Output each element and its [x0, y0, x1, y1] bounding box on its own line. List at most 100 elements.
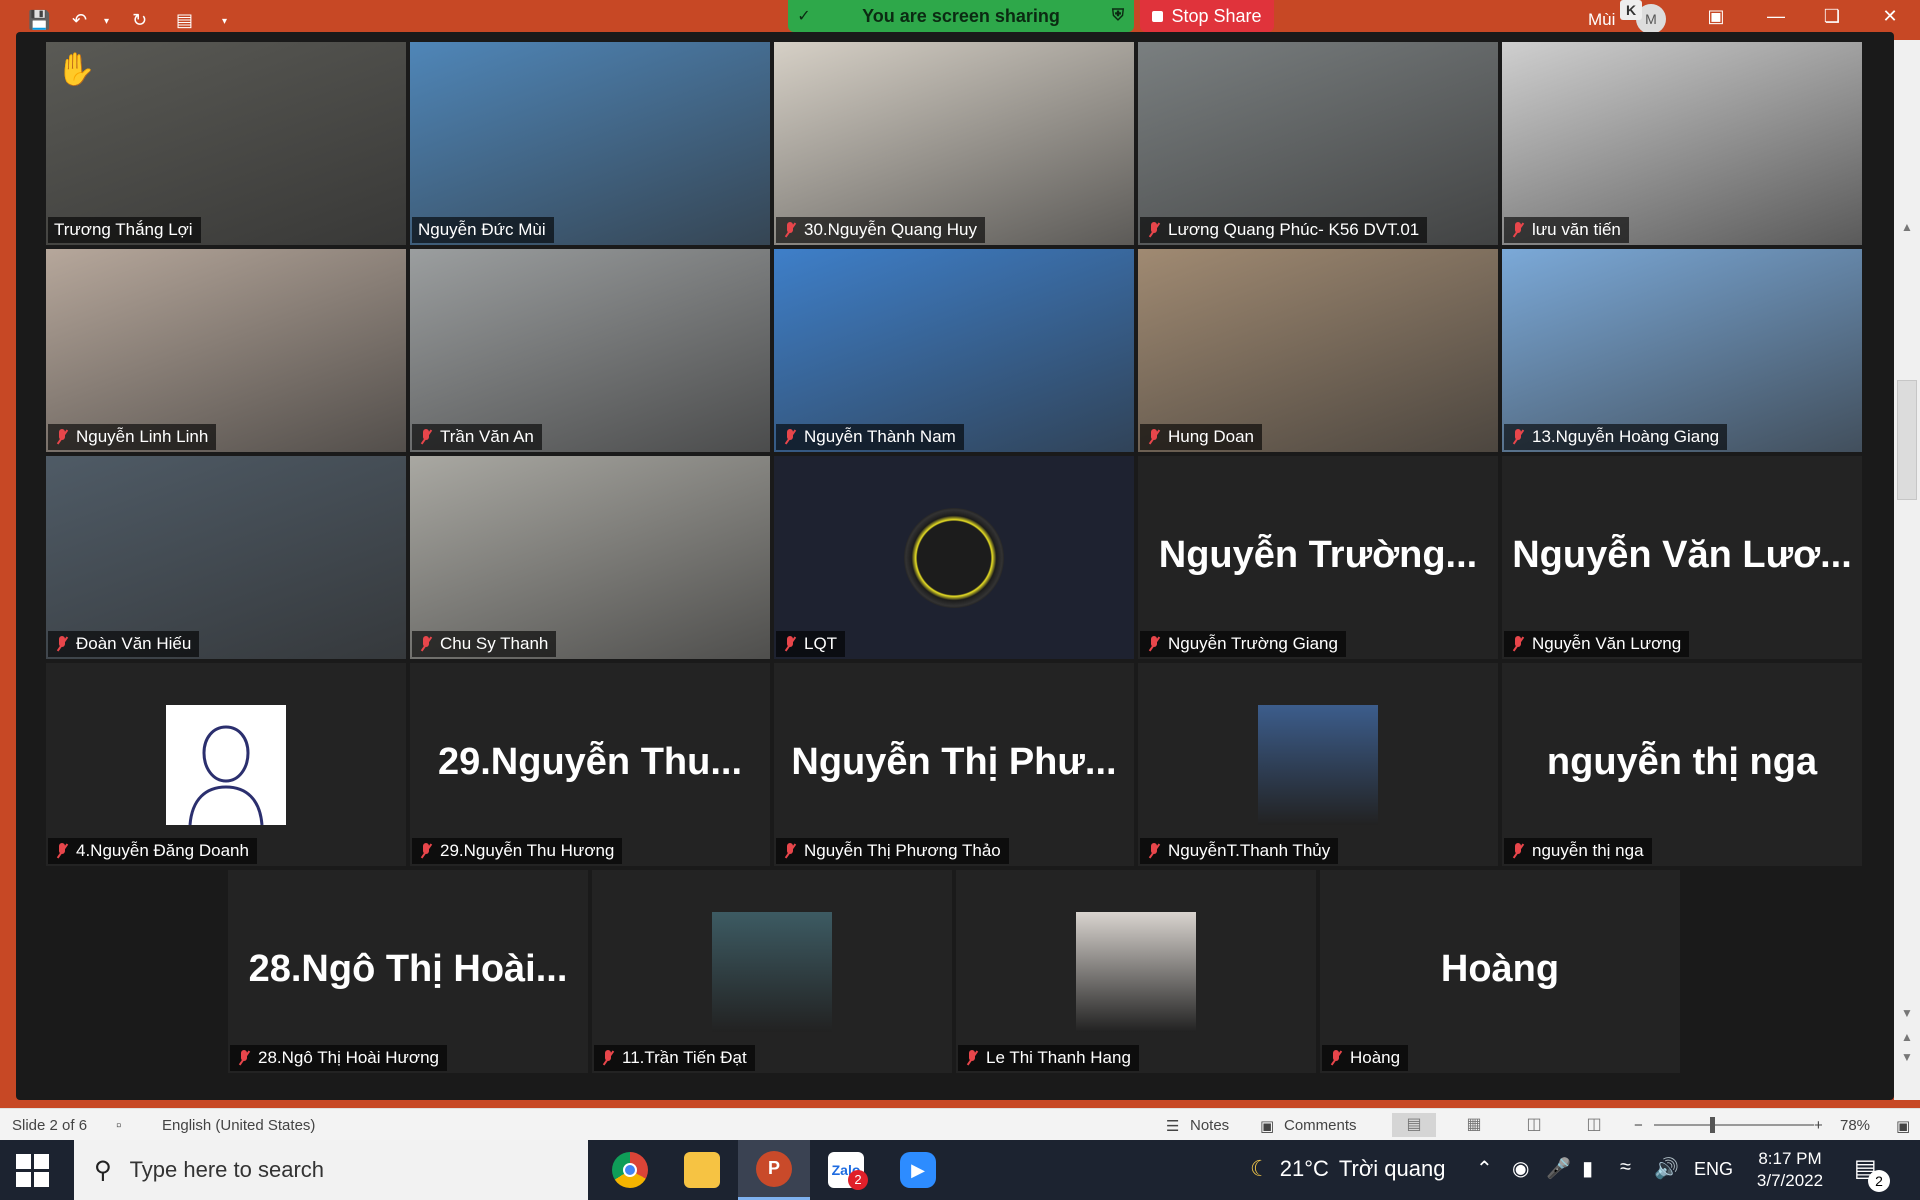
powerpoint-app[interactable]: P [738, 1140, 810, 1200]
next-slide-icon[interactable]: ▼ [1894, 1050, 1920, 1064]
slide-scrollbar[interactable]: ▲ ▼ ▲ ▼ [1894, 40, 1920, 1100]
redo-icon[interactable]: ↻ [132, 10, 147, 31]
participant-name: Le Thi Thanh Hang [986, 1048, 1131, 1067]
notes-button[interactable]: Notes [1190, 1117, 1229, 1134]
slideshow-view-icon[interactable]: ◫ [1572, 1113, 1616, 1137]
reading-view-icon[interactable]: ◫ [1512, 1113, 1556, 1137]
scroll-down-icon[interactable]: ▼ [1894, 1006, 1920, 1020]
save-icon[interactable]: 💾 [28, 10, 50, 31]
participant-video [410, 456, 770, 659]
restore-icon[interactable]: ❏ [1812, 6, 1852, 27]
scroll-up-icon[interactable]: ▲ [1894, 220, 1920, 234]
participant-nameplate: lưu văn tiến [1504, 217, 1629, 243]
participant-tile[interactable]: 28.Ngô Thị Hoài... 28.Ngô Thị Hoài Hương [228, 870, 588, 1073]
participant-tile[interactable]: Nguyễn Trường... Nguyễn Trường Giang [1138, 456, 1498, 659]
ribbon-display-icon[interactable]: ▣ [1696, 6, 1736, 27]
wifi-icon[interactable]: ≈ [1620, 1156, 1631, 1179]
muted-mic-icon [1146, 842, 1162, 860]
taskbar-search[interactable]: ⚲ Type here to search [74, 1140, 588, 1200]
participant-name: Trần Văn An [440, 427, 534, 446]
participant-tile[interactable]: Hoàng Hoàng [1320, 870, 1680, 1073]
normal-view-icon[interactable]: ▤ [1392, 1113, 1436, 1137]
participant-tile[interactable]: NguyễnT.Thanh Thủy [1138, 663, 1498, 866]
participant-tile[interactable]: Nguyễn Văn Lươ... Nguyễn Văn Lương [1502, 456, 1862, 659]
participant-tile[interactable]: Hung Doan [1138, 249, 1498, 452]
comments-icon[interactable]: ▣ [1260, 1117, 1274, 1135]
fit-slide-icon[interactable]: ▣ [1896, 1117, 1910, 1135]
participant-tile[interactable]: Lương Quang Phúc- K56 DVT.01 [1138, 42, 1498, 245]
participant-tile[interactable]: LQT [774, 456, 1134, 659]
participant-tile[interactable]: nguyễn thị nga nguyễn thị nga [1502, 663, 1862, 866]
undo-icon[interactable]: ↶ [72, 10, 87, 31]
language-indicator[interactable]: English (United States) [162, 1117, 315, 1134]
zoom-out-icon[interactable]: − [1634, 1117, 1643, 1134]
file-explorer-app[interactable] [666, 1140, 738, 1200]
folder-icon [684, 1152, 720, 1188]
volume-icon[interactable]: 🔊 [1654, 1156, 1679, 1181]
participant-tile[interactable]: Nguyễn Thị Phư... Nguyễn Thị Phương Thảo [774, 663, 1134, 866]
participant-tile[interactable]: Chu Sy Thanh [410, 456, 770, 659]
minimize-icon[interactable]: — [1756, 6, 1796, 27]
participant-tile[interactable]: Le Thi Thanh Hang [956, 870, 1316, 1073]
participant-name: Trương Thắng Lợi [54, 220, 193, 239]
participant-video [410, 42, 770, 245]
participant-nameplate: Chu Sy Thanh [412, 631, 557, 657]
participant-name: 4.Nguyễn Đăng Doanh [76, 841, 249, 860]
chrome-app[interactable] [594, 1140, 666, 1200]
zoom-level[interactable]: 78% [1840, 1117, 1870, 1134]
clock[interactable]: 8:17 PM 3/7/2022 [1750, 1148, 1830, 1192]
close-icon[interactable]: ✕ [1870, 6, 1910, 27]
microphone-icon[interactable]: 🎤 [1546, 1156, 1571, 1181]
muted-mic-icon [418, 635, 434, 653]
accessibility-icon[interactable]: ▫ [116, 1117, 121, 1134]
participant-tile[interactable]: 29.Nguyễn Thu... 29.Nguyễn Thu Hương [410, 663, 770, 866]
participant-video [774, 249, 1134, 452]
powerpoint-icon: P [756, 1150, 792, 1187]
participant-tile[interactable]: 13.Nguyễn Hoàng Giang [1502, 249, 1862, 452]
participant-tile[interactable]: Đoàn Văn Hiếu [46, 456, 406, 659]
participant-nameplate: 4.Nguyễn Đăng Doanh [48, 838, 257, 864]
participant-tile[interactable]: ✋ Trương Thắng Lợi [46, 42, 406, 245]
participant-nameplate: Lương Quang Phúc- K56 DVT.01 [1140, 217, 1428, 243]
participant-video [1138, 42, 1498, 245]
participant-tile[interactable]: Nguyễn Đức Mùi [410, 42, 770, 245]
stop-share-button[interactable]: Stop Share [1140, 0, 1274, 32]
participant-display-name: 28.Ngô Thị Hoài... [248, 948, 568, 990]
slide-sorter-icon[interactable]: ▦ [1452, 1113, 1496, 1137]
weather-widget[interactable]: ☾ 21°C Trời quang [1250, 1156, 1445, 1182]
present-icon[interactable]: ▤ [176, 10, 193, 31]
comments-button[interactable]: Comments [1284, 1117, 1357, 1134]
scroll-thumb[interactable] [1897, 380, 1917, 500]
tray-overflow-icon[interactable]: ⌃ [1476, 1156, 1493, 1181]
customize-qat-icon[interactable]: ▾ [222, 16, 227, 27]
participant-nameplate: 11.Trần Tiến Đạt [594, 1045, 755, 1071]
battery-icon[interactable]: ▮ [1582, 1156, 1593, 1181]
zoom-app[interactable]: ▶ [882, 1140, 954, 1200]
participant-nameplate: Nguyễn Thị Phương Thảo [776, 838, 1009, 864]
screen-sharing-banner[interactable]: ✓ You are screen sharing ⛨ [788, 0, 1134, 32]
undo-dropdown-icon[interactable]: ▾ [104, 16, 109, 27]
participant-tile[interactable]: 4.Nguyễn Đăng Doanh [46, 663, 406, 866]
account-name[interactable]: Mùi [1588, 10, 1615, 30]
zoom-slider[interactable] [1654, 1124, 1814, 1126]
zoom-slider-thumb[interactable] [1710, 1117, 1715, 1133]
notes-icon[interactable]: ☰ [1166, 1117, 1179, 1135]
input-language[interactable]: ENG [1694, 1159, 1733, 1180]
participant-name: Hoàng [1350, 1048, 1401, 1067]
muted-mic-icon [54, 842, 70, 860]
zoom-in-icon[interactable]: + [1814, 1117, 1823, 1134]
windows-start-icon[interactable] [16, 1154, 50, 1188]
participant-tile[interactable]: 30.Nguyễn Quang Huy [774, 42, 1134, 245]
participant-tile[interactable]: Nguyễn Thành Nam [774, 249, 1134, 452]
clock-time: 8:17 PM [1758, 1149, 1822, 1168]
slide-indicator[interactable]: Slide 2 of 6 [12, 1117, 87, 1134]
participant-tile[interactable]: 11.Trần Tiến Đạt [592, 870, 952, 1073]
participant-tile[interactable]: Nguyễn Linh Linh [46, 249, 406, 452]
participant-tile[interactable]: lưu văn tiến [1502, 42, 1862, 245]
participant-name: Chu Sy Thanh [440, 634, 549, 653]
zalo-app[interactable]: Zalo 2 [810, 1140, 882, 1200]
participant-tile[interactable]: Trần Văn An [410, 249, 770, 452]
meet-now-icon[interactable]: ◉ [1512, 1156, 1529, 1181]
previous-slide-icon[interactable]: ▲ [1894, 1030, 1920, 1044]
raised-hand-icon: ✋ [56, 51, 96, 87]
